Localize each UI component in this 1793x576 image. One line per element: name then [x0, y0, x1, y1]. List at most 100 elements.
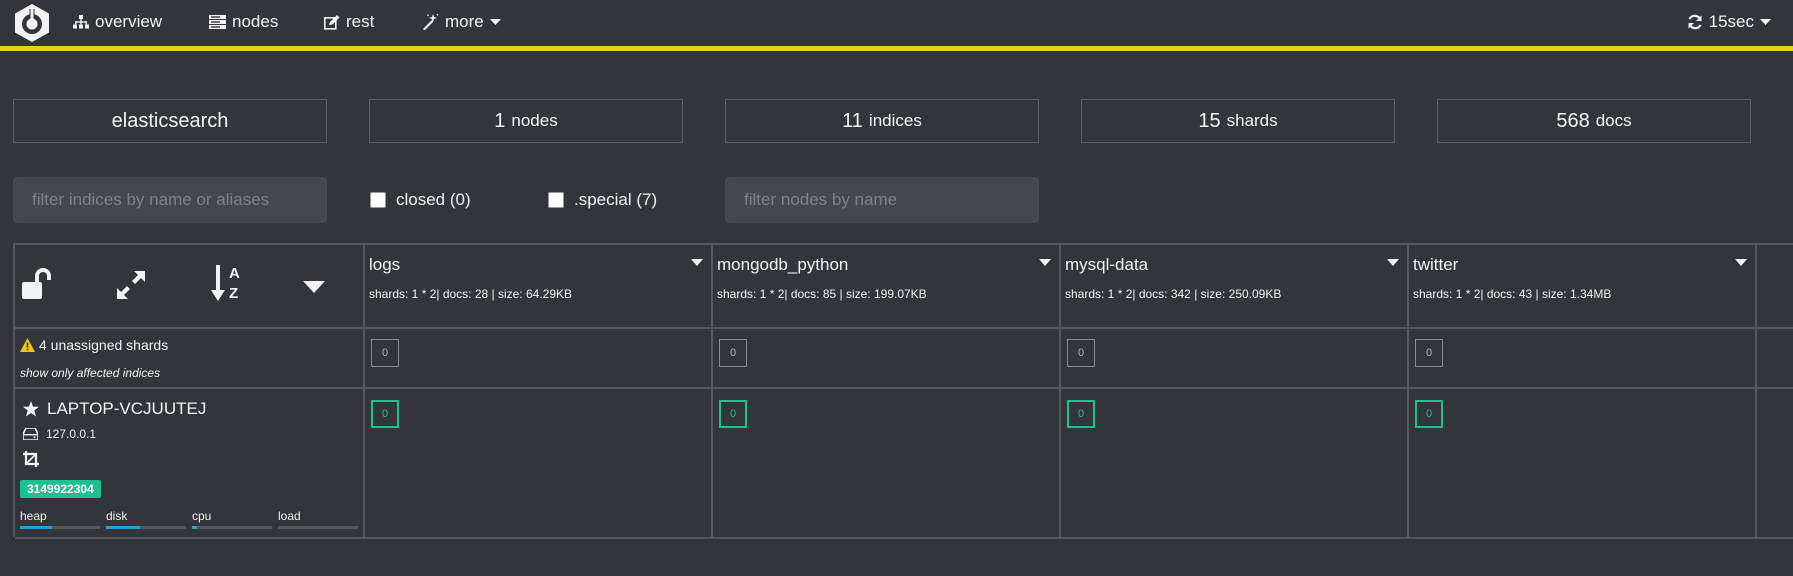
refresh-interval-dropdown[interactable]: 15sec — [1687, 11, 1771, 33]
unassigned-shards-cell: 4 unassigned shards show only affected i… — [15, 329, 365, 389]
index-menu-caret-icon[interactable] — [1735, 259, 1747, 266]
index-meta: shards: 1 * 2| docs: 342 | size: 250.09K… — [1065, 287, 1282, 301]
heap-meter: heap — [20, 509, 100, 529]
load-meter: load — [278, 509, 358, 529]
show-affected-indices-link[interactable]: show only affected indices — [20, 366, 160, 380]
closed-checkbox-box[interactable] — [370, 192, 386, 208]
unassigned-cell-twitter: 0 — [1409, 329, 1757, 389]
docs-unit: docs — [1595, 111, 1632, 130]
refresh-interval-label: 15sec — [1708, 12, 1754, 31]
node-shards-mysql-data: 0 — [1061, 389, 1409, 539]
index-name[interactable]: mongodb_python — [717, 255, 848, 275]
nodes-count: 1 — [494, 109, 506, 132]
meter-label: disk — [106, 509, 128, 523]
disk-meter: disk — [106, 509, 186, 529]
meter-track — [106, 526, 186, 529]
expand-icon[interactable] — [115, 269, 147, 301]
unassigned-warning: 4 unassigned shards — [20, 337, 168, 353]
unassigned-cell-mysql-data: 0 — [1061, 329, 1409, 389]
closed-checkbox-label: closed (0) — [396, 190, 471, 209]
filter-indices-input[interactable] — [13, 177, 327, 223]
magic-wand-icon — [423, 14, 439, 30]
started-shard[interactable]: 0 — [1067, 400, 1095, 428]
unassigned-shard[interactable]: 0 — [1415, 339, 1443, 367]
nav-overview-label: overview — [95, 12, 163, 31]
shards-count: 15 — [1198, 109, 1221, 132]
indices-unit: indices — [868, 111, 922, 130]
special-checkbox-box[interactable] — [548, 192, 564, 208]
meter-fill — [106, 526, 140, 529]
meter-track — [278, 526, 358, 529]
index-menu-caret-icon[interactable] — [1387, 259, 1399, 266]
index-menu-caret-icon[interactable] — [691, 259, 703, 266]
node-ip-line: 127.0.0.1 — [23, 427, 96, 441]
sort-alpha-icon[interactable]: A Z — [211, 263, 245, 303]
node-shards-twitter: 0 — [1409, 389, 1757, 539]
started-shard[interactable]: 0 — [1415, 400, 1443, 428]
caret-down-icon — [489, 19, 501, 25]
unassigned-cell-mongodb-python: 0 — [713, 329, 1061, 389]
cluster-grid: A Z logs shards: 1 * 2| docs: 28 | size:… — [13, 243, 1793, 539]
special-checkbox[interactable]: .special (7) — [548, 190, 657, 210]
index-menu-caret-icon[interactable] — [1039, 259, 1051, 266]
edit-icon — [324, 14, 340, 30]
sitemap-icon — [73, 15, 89, 29]
unassigned-cell-logs: 0 — [365, 329, 713, 389]
node-info-cell: LAPTOP-VCJUUTEJ 127.0.0.1 3149922304 hea… — [15, 389, 365, 539]
index-meta: shards: 1 * 2| docs: 85 | size: 199.07KB — [717, 287, 927, 301]
meter-label: cpu — [192, 509, 212, 523]
node-shards-overflow — [1757, 389, 1793, 539]
top-navbar: overview nodes rest more 15sec — [0, 0, 1793, 51]
unassigned-shard[interactable]: 0 — [1067, 339, 1095, 367]
cluster-name-box: elasticsearch — [13, 99, 327, 143]
meter-track — [20, 526, 100, 529]
svg-text:A: A — [229, 265, 240, 282]
cerebro-logo-icon[interactable] — [13, 3, 51, 43]
refresh-icon — [1688, 14, 1702, 30]
node-shards-mongodb-python: 0 — [713, 389, 1061, 539]
indices-count: 11 — [842, 109, 863, 132]
index-header-mongodb-python: mongodb_python shards: 1 * 2| docs: 85 |… — [713, 245, 1061, 329]
nav-nodes-label: nodes — [232, 12, 279, 31]
nav-rest-label: rest — [346, 12, 375, 31]
meter-label: load — [278, 509, 301, 523]
index-meta: shards: 1 * 2| docs: 43 | size: 1.34MB — [1413, 287, 1612, 301]
nodes-unit: nodes — [511, 111, 558, 130]
warning-icon — [20, 338, 35, 352]
nav-more-label: more — [445, 12, 484, 31]
caret-down-icon — [1760, 19, 1771, 25]
shards-unit: shards — [1226, 111, 1278, 130]
docs-count-box: 568 docs — [1437, 99, 1751, 143]
index-name[interactable]: logs — [369, 255, 400, 275]
meter-track — [192, 526, 272, 529]
nav-nodes[interactable]: nodes — [209, 11, 278, 33]
special-checkbox-label: .special (7) — [574, 190, 658, 209]
meter-fill — [20, 526, 52, 529]
nav-rest[interactable]: rest — [324, 11, 374, 33]
cpu-meter: cpu — [192, 509, 272, 529]
started-shard[interactable]: 0 — [371, 400, 399, 428]
started-shard[interactable]: 0 — [719, 400, 747, 428]
node-ip: 127.0.0.1 — [46, 427, 97, 441]
meter-fill — [192, 526, 197, 529]
index-header-twitter: twitter shards: 1 * 2| docs: 43 | size: … — [1409, 245, 1757, 329]
server-icon — [209, 15, 226, 29]
index-name[interactable]: twitter — [1413, 255, 1458, 275]
unassigned-shard[interactable]: 0 — [371, 339, 399, 367]
docs-count: 568 — [1556, 109, 1590, 132]
node-name[interactable]: LAPTOP-VCJUUTEJ — [47, 399, 206, 419]
caret-down-icon[interactable] — [303, 281, 325, 293]
unlock-icon[interactable] — [22, 267, 54, 299]
filter-nodes-input[interactable] — [725, 177, 1039, 223]
crop-icon — [23, 451, 39, 467]
unassigned-shard[interactable]: 0 — [719, 339, 747, 367]
index-name[interactable]: mysql-data — [1065, 255, 1148, 275]
node-badge: 3149922304 — [20, 480, 101, 498]
svg-text:Z: Z — [229, 285, 238, 302]
index-header-overflow — [1757, 245, 1793, 329]
meter-label: heap — [20, 509, 47, 523]
nav-overview[interactable]: overview — [73, 11, 162, 33]
nav-more-dropdown[interactable]: more — [422, 11, 501, 33]
closed-checkbox[interactable]: closed (0) — [370, 190, 471, 210]
index-header-mysql-data: mysql-data shards: 1 * 2| docs: 342 | si… — [1061, 245, 1409, 329]
